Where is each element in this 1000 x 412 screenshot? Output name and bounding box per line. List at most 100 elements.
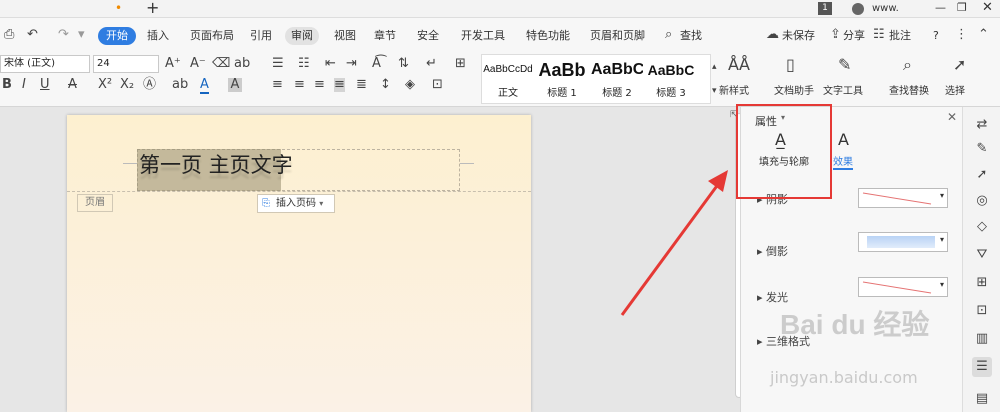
- right-tool-sidebar: ⇄ ✎ ➚ ◎ ◇ ⛛ ⊞ ⊡ ▥ ☰ ▤: [962, 107, 1000, 412]
- header-text[interactable]: 第一页 主页文字: [139, 149, 293, 179]
- table-grid-icon[interactable]: ⊞: [972, 273, 992, 293]
- restore-icon[interactable]: ❐: [957, 1, 967, 14]
- show-marks-icon[interactable]: ↵: [426, 57, 437, 71]
- tab-effect[interactable]: 效果: [833, 153, 853, 170]
- align-center-icon[interactable]: ≡: [294, 78, 305, 92]
- shading-icon[interactable]: ◈: [405, 78, 415, 92]
- apps-icon[interactable]: ⊡: [972, 301, 992, 321]
- more-icon[interactable]: ⋮: [955, 28, 968, 42]
- collapse-ribbon-icon[interactable]: ⌃: [978, 28, 989, 42]
- comment-button[interactable]: 批注: [889, 28, 911, 44]
- tab-chapter[interactable]: 章节: [374, 28, 396, 44]
- avatar[interactable]: [852, 3, 864, 15]
- user-label[interactable]: www.: [872, 3, 899, 14]
- italic-icon[interactable]: I: [22, 78, 26, 92]
- collapse-sidebar-icon[interactable]: ⇄: [972, 115, 992, 135]
- style-label: 标题 3: [656, 88, 686, 99]
- pointer-icon[interactable]: ➚: [972, 165, 992, 185]
- section-reflection[interactable]: ▸ 倒影: [757, 243, 788, 259]
- section-label: 倒影: [766, 245, 789, 258]
- clear-format-icon[interactable]: ⌫: [212, 57, 230, 71]
- distribute-icon[interactable]: ≣: [356, 78, 367, 92]
- undo-icon[interactable]: ↶: [27, 28, 38, 42]
- strikethrough-icon[interactable]: A: [68, 78, 77, 92]
- tab-security[interactable]: 安全: [417, 28, 439, 44]
- grow-font-icon[interactable]: A⁺: [165, 57, 181, 71]
- gallery-more-icon[interactable]: ▾: [712, 84, 717, 98]
- tab-developer[interactable]: 开发工具: [461, 28, 505, 44]
- layers-icon[interactable]: ⛛: [972, 245, 992, 265]
- line-spacing-icon[interactable]: ↕: [380, 78, 391, 92]
- tab-page-layout[interactable]: 页面布局: [190, 28, 234, 44]
- gallery-up-icon[interactable]: ▴: [712, 60, 717, 74]
- shapes-icon[interactable]: ◇: [972, 217, 992, 237]
- unsaved-status[interactable]: 未保存: [782, 28, 815, 44]
- indent-icon[interactable]: ⇥: [346, 57, 357, 71]
- new-tab-button[interactable]: +: [146, 0, 159, 17]
- justify-icon[interactable]: ≡: [334, 78, 345, 92]
- tab-view[interactable]: 视图: [334, 28, 356, 44]
- tab-find[interactable]: 查找: [680, 28, 702, 44]
- style-normal[interactable]: AaBbCcDd 正文: [482, 56, 534, 102]
- shadow-preset-select[interactable]: ▾: [858, 188, 948, 208]
- style-heading-3[interactable]: AaBbC 标题 3: [645, 56, 697, 102]
- style-heading-2[interactable]: AaBbC 标题 2: [591, 56, 643, 102]
- help-button[interactable]: ?: [933, 28, 939, 44]
- bold-icon[interactable]: B: [2, 78, 12, 92]
- cloud-icon: ☁: [766, 27, 779, 42]
- font-size-select[interactable]: 24: [93, 55, 159, 73]
- more-quick-icon[interactable]: ▾: [78, 28, 85, 42]
- insert-page-number-button[interactable]: ⎘ 插入页码 ▾: [257, 194, 335, 213]
- style-preview: AaBbC: [591, 61, 643, 78]
- style-label: 标题 2: [602, 88, 632, 99]
- style-heading-1[interactable]: AaBb 标题 1: [536, 56, 588, 102]
- border-icon[interactable]: ⊡: [432, 78, 443, 92]
- subscript-icon[interactable]: X₂: [120, 78, 134, 92]
- tab-insert[interactable]: 插入: [147, 28, 169, 44]
- new-style-button[interactable]: 新样式: [719, 82, 749, 97]
- close-window-icon[interactable]: ✕: [982, 0, 993, 15]
- outdent-icon[interactable]: ⇤: [325, 57, 336, 71]
- chevron-down-icon: ▾: [939, 235, 944, 244]
- tab-features[interactable]: 特色功能: [526, 28, 570, 44]
- reflection-preset-select[interactable]: ▾: [858, 232, 948, 252]
- chinese-layout-icon[interactable]: A͡: [372, 57, 381, 71]
- bar-chart-icon[interactable]: ▥: [972, 329, 992, 349]
- location-icon[interactable]: ◎: [972, 191, 992, 211]
- find-replace-button[interactable]: 查找替换: [889, 82, 929, 97]
- share-button[interactable]: 分享: [843, 28, 865, 44]
- superscript-icon[interactable]: X²: [98, 78, 112, 92]
- numbering-icon[interactable]: ☷: [298, 57, 310, 71]
- shrink-font-icon[interactable]: A⁻: [190, 57, 206, 71]
- tab-start[interactable]: 开始: [98, 27, 136, 45]
- menu-tab-bar: ⎙ ↶ ↷ ▾ 开始 插入 页面布局 引用 审阅 视图 章节 安全 开发工具 特…: [0, 18, 1000, 52]
- text-tools-button[interactable]: 文字工具: [823, 82, 863, 97]
- bullets-icon[interactable]: ☰: [272, 57, 284, 71]
- edit-icon[interactable]: ✎: [972, 139, 992, 159]
- align-right-icon[interactable]: ≡: [314, 78, 325, 92]
- settings-sliders-icon[interactable]: ☰: [972, 357, 992, 377]
- search-icon[interactable]: ⌕: [665, 28, 672, 42]
- text-effect-icon[interactable]: Ⓐ: [143, 78, 156, 92]
- sort-icon[interactable]: ⇅: [398, 57, 409, 71]
- file-menu-icon[interactable]: ⎙: [4, 28, 14, 42]
- minimize-icon[interactable]: —: [935, 1, 946, 14]
- glow-preset-select[interactable]: ▾: [858, 277, 948, 297]
- tab-references[interactable]: 引用: [250, 28, 272, 44]
- tab-header-footer[interactable]: 页眉和页脚: [590, 28, 645, 44]
- chevron-down-icon: ▾: [319, 199, 324, 208]
- align-left-icon[interactable]: ≡: [272, 78, 283, 92]
- underline-icon[interactable]: U: [40, 78, 50, 92]
- document-icon[interactable]: ▤: [972, 389, 992, 409]
- doc-helper-button[interactable]: 文档助手: [774, 82, 814, 97]
- highlight-icon[interactable]: ab: [172, 78, 188, 92]
- char-shading-icon[interactable]: A: [228, 78, 242, 92]
- table-icon[interactable]: ⊞: [455, 57, 466, 71]
- select-button[interactable]: 选择: [945, 82, 965, 97]
- font-family-select[interactable]: 宋体 (正文): [0, 55, 90, 73]
- tab-review[interactable]: 审阅: [285, 27, 319, 45]
- font-color-icon[interactable]: A: [200, 78, 209, 94]
- phonetic-icon[interactable]: ab: [234, 57, 250, 71]
- close-panel-icon[interactable]: ✕: [947, 110, 957, 124]
- redo-icon[interactable]: ↷: [58, 28, 69, 42]
